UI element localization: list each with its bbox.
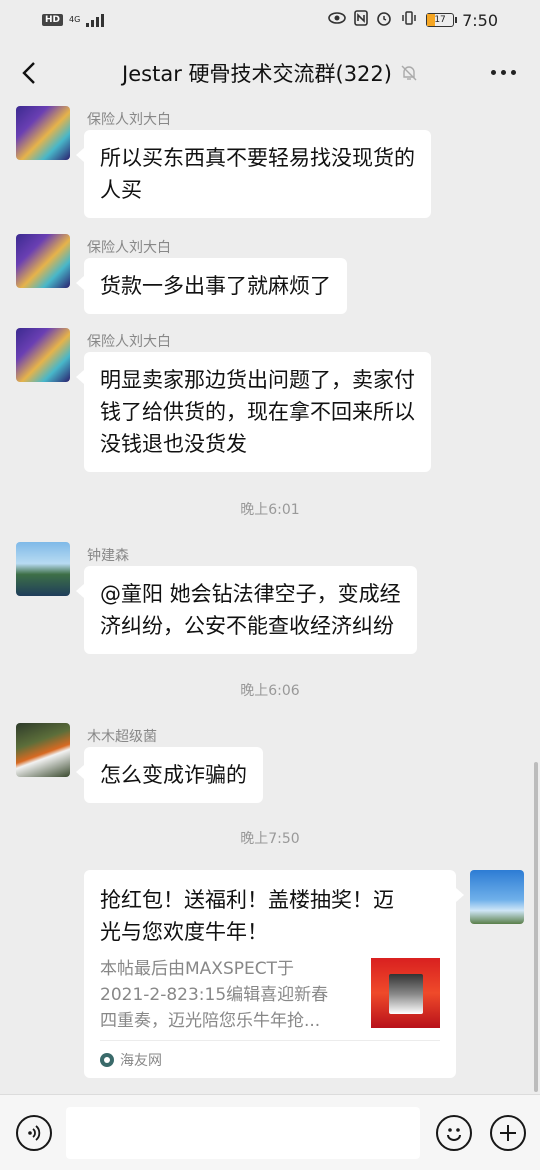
message-line: 济纠纷，公安不能查收经济纠纷 <box>100 614 394 638</box>
vibrate-icon <box>400 11 418 29</box>
dot-icon <box>501 69 506 75</box>
chat-title: Jestar 硬骨技术交流群(322) <box>122 58 418 88</box>
sender-name: 木木超级菌 <box>87 729 157 745</box>
timestamp: 晚上7:50 <box>240 831 300 847</box>
timestamp: 晚上6:06 <box>240 683 300 699</box>
message-bubble[interactable]: 货款一多出事了就麻烦了 <box>76 258 347 314</box>
avatar[interactable] <box>16 723 70 777</box>
smiley-icon <box>447 1128 461 1141</box>
nfc-icon <box>354 10 368 30</box>
network-label: 4G <box>69 15 81 24</box>
chevron-left-icon <box>22 62 35 84</box>
sender-name: 保险人刘大白 <box>87 112 171 128</box>
sender-name: 钟建森 <box>87 548 129 564</box>
message-line: 所以买东西真不要轻易找没现货的 <box>100 146 415 170</box>
message-bubble[interactable]: 怎么变成诈骗的 <box>76 747 263 803</box>
avatar[interactable] <box>16 328 70 382</box>
clock: 7:50 <box>462 10 498 30</box>
eye-icon <box>328 12 346 28</box>
message-line: 钱了给供货的，现在拿不回来所以 <box>100 400 415 424</box>
message-bubble[interactable]: @童阳 她会钻法律空子，变成经 济纠纷，公安不能查收经济纠纷 <box>76 566 417 654</box>
card-title: 抢红包！送福利！盖楼抽奖！迈 光与您欢度牛年！ <box>100 884 440 948</box>
avatar[interactable] <box>16 234 70 288</box>
emoji-button[interactable] <box>436 1115 472 1151</box>
voice-input-button[interactable] <box>16 1115 52 1151</box>
alarm-icon <box>376 10 392 30</box>
sender-name: 保险人刘大白 <box>87 240 171 256</box>
card-source: 海友网 <box>100 1040 440 1078</box>
message-bubble[interactable]: 明显卖家那边货出问题了，卖家付 钱了给供货的，现在拿不回来所以 没钱退也没货发 <box>76 352 431 472</box>
more-options-button[interactable] <box>491 62 516 82</box>
sender-name: 保险人刘大白 <box>87 334 171 350</box>
input-bar <box>0 1094 540 1170</box>
dot-icon <box>511 69 516 75</box>
message-line: 怎么变成诈骗的 <box>100 763 247 787</box>
chat-header: Jestar 硬骨技术交流群(322) <box>0 40 540 106</box>
battery-icon: 17 <box>426 13 458 27</box>
my-avatar[interactable] <box>470 870 524 924</box>
timestamp: 晚上6:01 <box>240 502 300 518</box>
plus-icon <box>500 1125 516 1141</box>
card-desc-line: 2021-2-823:15编辑喜迎新春 <box>100 985 329 1005</box>
message-bubble[interactable]: 所以买东西真不要轻易找没现货的 人买 <box>76 130 431 218</box>
card-desc-line: 本帖最后由MAXSPECT于 <box>100 959 294 979</box>
source-logo-icon <box>100 1052 114 1067</box>
message-line: 没钱退也没货发 <box>100 432 247 456</box>
avatar[interactable] <box>16 542 70 596</box>
scrollbar[interactable] <box>534 762 538 1092</box>
link-card[interactable]: 抢红包！送福利！盖楼抽奖！迈 光与您欢度牛年！ 本帖最后由MAXSPECT于 2… <box>84 870 464 1078</box>
message-line: 明显卖家那边货出问题了，卖家付 <box>100 368 415 392</box>
voice-icon <box>28 1125 41 1141</box>
back-button[interactable] <box>18 60 40 86</box>
card-description: 本帖最后由MAXSPECT于 2021-2-823:15编辑喜迎新春 四重奏，迈… <box>100 956 359 1034</box>
group-name: Jestar 硬骨技术交流群(322) <box>122 62 392 86</box>
message-input[interactable] <box>66 1107 420 1159</box>
source-name: 海友网 <box>120 1052 162 1069</box>
dot-icon <box>491 69 496 75</box>
card-thumbnail <box>370 958 440 1028</box>
mute-bell-icon <box>401 65 417 81</box>
card-title-line: 抢红包！送福利！盖楼抽奖！迈 <box>100 888 394 912</box>
signal-icon <box>86 13 105 27</box>
card-desc-line: 四重奏，迈光陪您乐牛年抢... <box>100 1011 321 1031</box>
card-title-line: 光与您欢度牛年！ <box>100 920 268 944</box>
message-list[interactable]: 保险人刘大白 所以买东西真不要轻易找没现货的 人买 保险人刘大白 货款一多出事了… <box>0 100 540 1094</box>
more-functions-button[interactable] <box>490 1115 526 1151</box>
message-line: 货款一多出事了就麻烦了 <box>100 274 331 298</box>
status-bar: HD 4G 17 7:50 <box>0 0 540 40</box>
message-line: @童阳 她会钻法律空子，变成经 <box>100 582 401 606</box>
avatar[interactable] <box>16 106 70 160</box>
hd-badge: HD <box>42 14 64 26</box>
message-line: 人买 <box>100 178 142 202</box>
